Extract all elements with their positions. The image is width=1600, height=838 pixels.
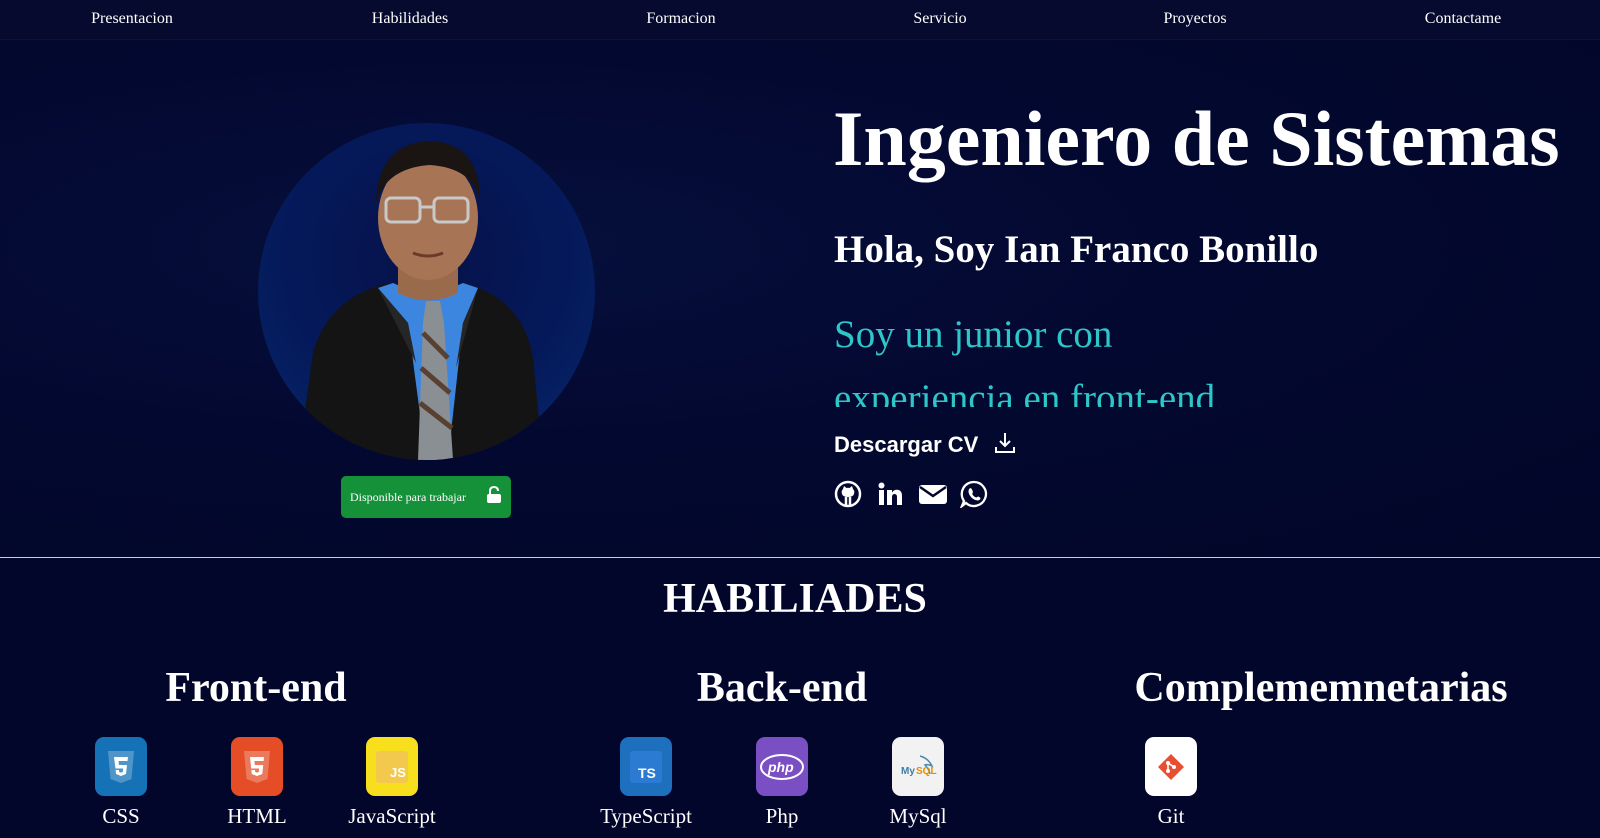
skills-title: HABILIADES [663, 576, 927, 622]
svg-text:php: php [767, 759, 794, 775]
whatsapp-icon[interactable] [959, 480, 988, 510]
skill-item-git: Git [1111, 737, 1231, 829]
javascript-icon: JS [366, 737, 418, 796]
skill-item-typescript: TS TypeScript [586, 737, 706, 829]
section-divider [0, 557, 1600, 558]
github-icon[interactable] [834, 480, 862, 508]
download-cv-button[interactable]: Descargar CV [834, 430, 1016, 460]
skills-column-frontend-title: Front-end [165, 665, 347, 711]
tagline-line-2: experiencia en front-end. [834, 377, 1225, 407]
nav-item-formacion[interactable]: Formacion [646, 10, 715, 28]
php-icon: php [756, 737, 808, 796]
nav-item-habilidades[interactable]: Habilidades [372, 10, 448, 28]
git-icon [1145, 737, 1197, 796]
skill-name: CSS [102, 804, 140, 828]
hero-headline: Ingeniero de Sistemas [833, 95, 1560, 182]
profile-photo [258, 123, 595, 460]
linkedin-icon[interactable] [876, 480, 904, 508]
nav-item-proyectos[interactable]: Proyectos [1163, 10, 1226, 28]
css3-icon [95, 737, 147, 796]
svg-text:JS: JS [390, 765, 406, 780]
profile-portrait-illustration [298, 141, 543, 460]
hero-greeting: Hola, Soy Ian Franco Bonillo [834, 228, 1319, 271]
download-icon [994, 431, 1016, 460]
skill-name: MySql [889, 804, 947, 828]
skill-name: TypeScript [600, 804, 692, 828]
availability-badge[interactable]: Disponible para trabajar [341, 476, 511, 518]
skill-item-javascript: JS JavaScript [332, 737, 452, 829]
skill-name: Php [765, 804, 799, 828]
skill-name: HTML [227, 804, 287, 828]
skill-item-html: HTML [197, 737, 317, 829]
nav-item-presentacion[interactable]: Presentacion [91, 10, 173, 28]
hero-section: Disponible para trabajar Ingeniero de Si… [0, 40, 1600, 557]
skill-name: Git [1157, 804, 1185, 828]
skill-item-css: CSS [61, 737, 181, 829]
mysql-icon: My SQL [892, 737, 944, 796]
top-nav: Presentacion Habilidades Formacion Servi… [0, 0, 1600, 40]
skill-name: JavaScript [348, 804, 436, 828]
unlock-icon [486, 485, 502, 509]
skills-column-backend-title: Back-end [696, 665, 868, 711]
svg-text:TS: TS [638, 765, 656, 781]
typescript-icon: TS [620, 737, 672, 796]
skill-item-php: php Php [722, 737, 842, 829]
tagline-line-1: Soy un junior con [834, 313, 1113, 356]
skill-item-mysql: My SQL MySql [858, 737, 978, 829]
svg-text:SQL: SQL [916, 766, 937, 777]
nav-item-contactame[interactable]: Contactame [1425, 10, 1501, 28]
html5-icon [231, 737, 283, 796]
email-icon[interactable] [918, 480, 947, 508]
skills-column-complementary-title: Complememnetarias [1134, 665, 1508, 711]
nav-item-servicio[interactable]: Servicio [913, 10, 966, 28]
download-cv-label: Descargar CV [834, 432, 979, 457]
social-links [834, 480, 988, 510]
svg-text:My: My [901, 766, 915, 777]
availability-label: Disponible para trabajar [350, 489, 466, 504]
